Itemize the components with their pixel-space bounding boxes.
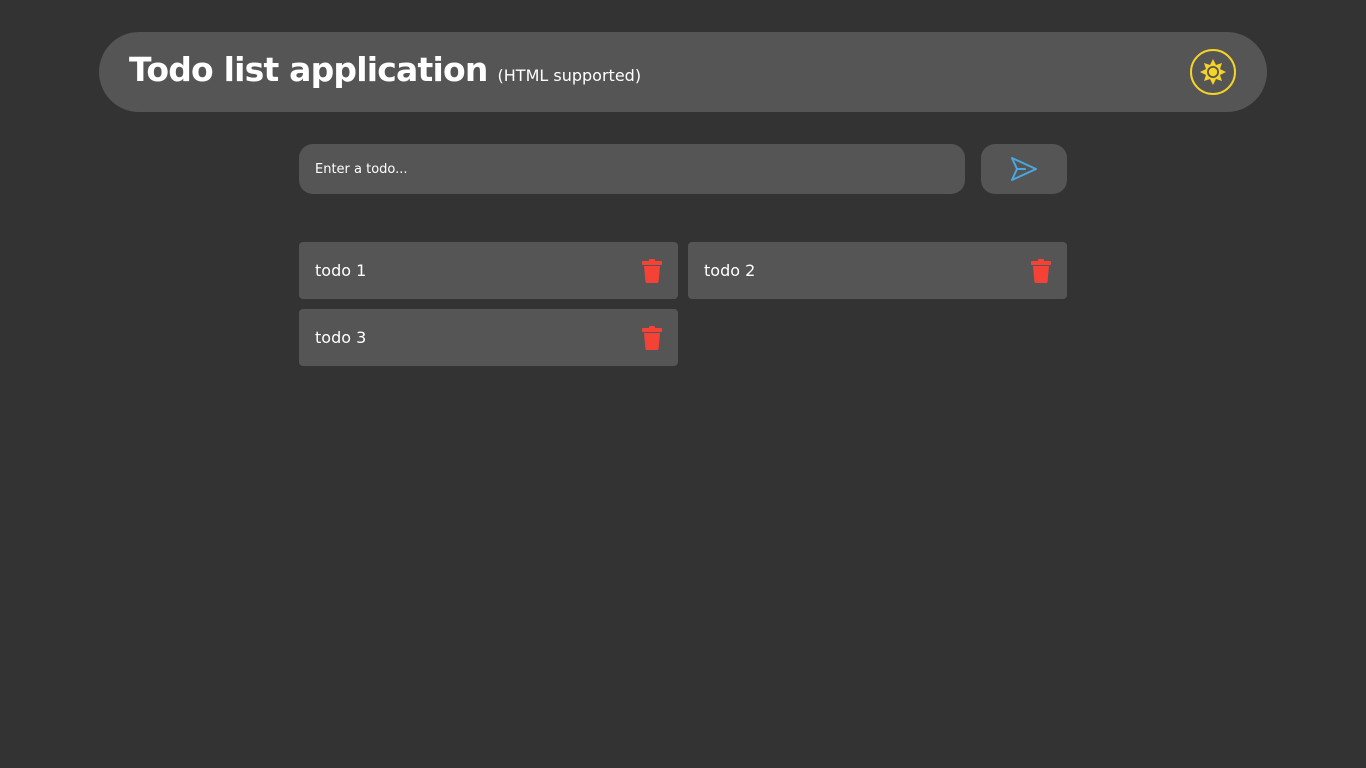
todo-item: todo 2 — [688, 242, 1067, 299]
todo-text: todo 1 — [315, 261, 367, 280]
trash-icon — [1031, 258, 1051, 283]
send-button[interactable] — [981, 144, 1067, 194]
todo-text: todo 2 — [704, 261, 756, 280]
todo-text: todo 3 — [315, 328, 367, 347]
trash-icon — [642, 258, 662, 283]
delete-todo-button[interactable] — [642, 325, 662, 350]
todo-item: todo 3 — [299, 309, 678, 366]
delete-todo-button[interactable] — [642, 258, 662, 283]
sun-icon — [1200, 59, 1226, 85]
send-icon — [1011, 157, 1037, 181]
page-title: Todo list application — [129, 49, 488, 89]
trash-icon — [642, 325, 662, 350]
delete-todo-button[interactable] — [1031, 258, 1051, 283]
todo-input[interactable] — [299, 144, 965, 194]
theme-toggle-button[interactable] — [1190, 49, 1236, 95]
title-group: Todo list application (HTML supported) — [129, 50, 642, 89]
todo-composer — [299, 144, 1067, 194]
todo-item: todo 1 — [299, 242, 678, 299]
app-header: Todo list application (HTML supported) — [99, 32, 1267, 112]
page-subtitle: (HTML supported) — [497, 65, 642, 85]
